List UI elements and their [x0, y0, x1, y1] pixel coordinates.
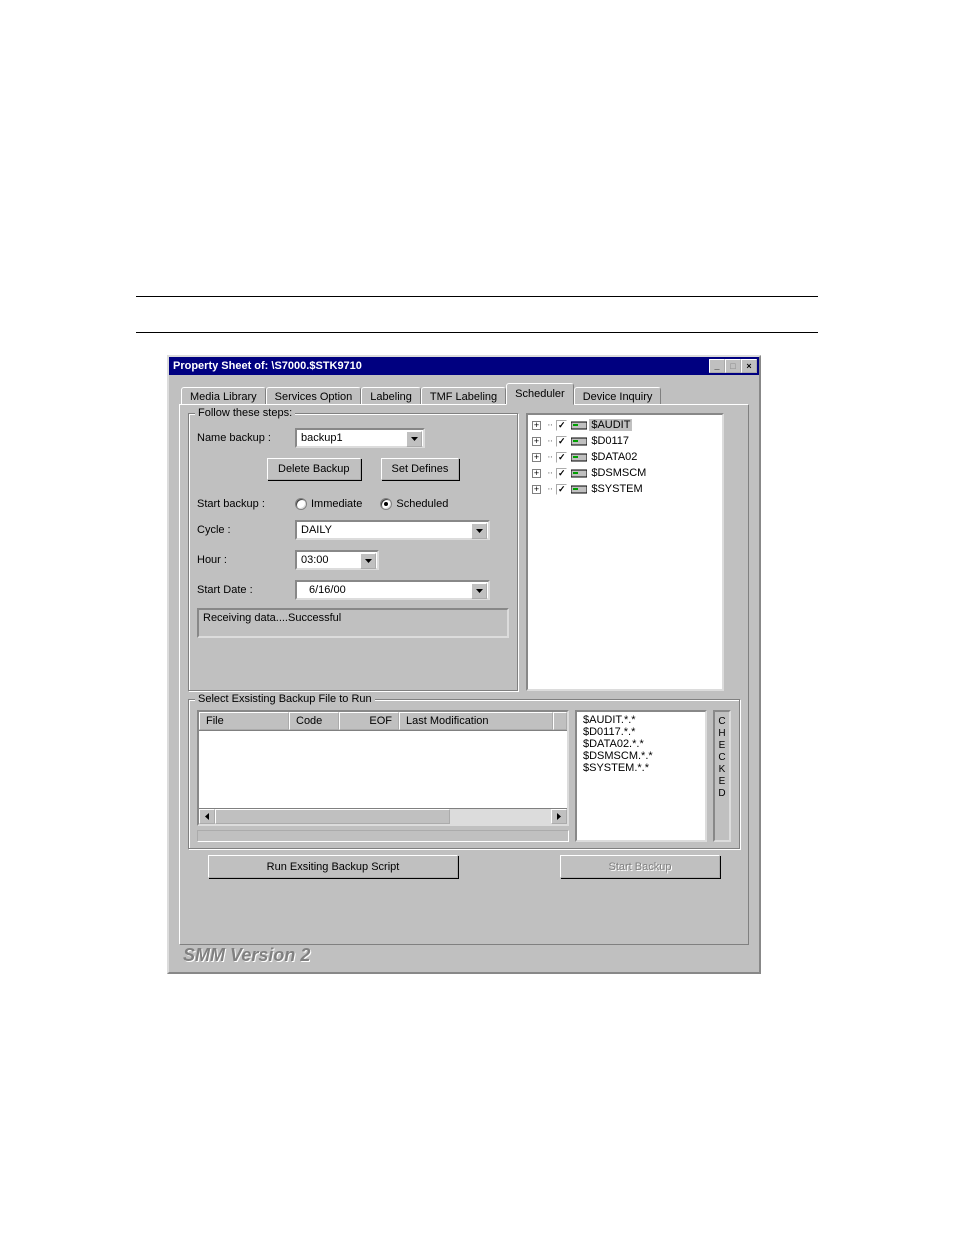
follow-steps-group: Follow these steps: Name backup : backup…	[188, 413, 518, 691]
delete-backup-button[interactable]: Delete Backup	[267, 458, 361, 480]
col-lastmod[interactable]: Last Modification	[399, 712, 553, 730]
list-item[interactable]: $AUDIT.*.*	[583, 714, 699, 726]
cycle-combo[interactable]: DAILY	[295, 520, 490, 540]
titlebar[interactable]: Property Sheet of: \S7000.$STK9710 _ □ ×	[169, 357, 759, 375]
col-eof[interactable]: EOF	[339, 712, 399, 730]
tab-scheduler[interactable]: Scheduler	[506, 383, 574, 405]
app-version-label: SMM Version 2	[179, 945, 749, 966]
hour-value: 03:00	[301, 554, 329, 566]
existing-backup-group: Select Exsisting Backup File to Run File…	[188, 699, 740, 849]
drive-icon	[571, 420, 587, 430]
property-sheet-window: Property Sheet of: \S7000.$STK9710 _ □ ×…	[167, 355, 761, 974]
tabstrip: Media Library Services Option Labeling T…	[179, 383, 749, 405]
expand-icon[interactable]: +	[532, 469, 541, 478]
maximize-button[interactable]: □	[725, 359, 741, 373]
expand-icon[interactable]: +	[532, 453, 541, 462]
col-code[interactable]: Code	[289, 712, 339, 730]
checked-items-list[interactable]: $AUDIT.*.* $D0117.*.* $DATA02.*.* $DSMSC…	[575, 710, 707, 842]
tree-item[interactable]: + ·· ✓ $AUDIT	[532, 417, 718, 433]
listview-body[interactable]	[199, 731, 567, 808]
checked-vertical-label: CHECKED	[713, 710, 731, 842]
listview-headers: File Code EOF Last Modification	[199, 712, 567, 731]
follow-steps-legend: Follow these steps:	[195, 407, 295, 419]
chevron-down-icon[interactable]	[360, 553, 376, 569]
scroll-thumb[interactable]	[215, 809, 450, 824]
start-date-value: 6/16/00	[309, 584, 346, 596]
start-date-combo[interactable]: 6/16/00	[295, 580, 490, 600]
expand-icon[interactable]: +	[532, 437, 541, 446]
volume-tree[interactable]: + ·· ✓ $AUDIT + ·· ✓	[526, 413, 724, 691]
tabpage-scheduler: Follow these steps: Name backup : backup…	[179, 404, 749, 945]
tree-label: $DATA02	[589, 451, 639, 463]
chevron-down-icon[interactable]	[406, 431, 422, 447]
tree-label: $D0117	[589, 435, 631, 447]
checkbox-icon[interactable]: ✓	[556, 468, 567, 479]
checkbox-icon[interactable]: ✓	[556, 452, 567, 463]
expand-icon[interactable]: +	[532, 485, 541, 494]
minimize-button[interactable]: _	[709, 359, 725, 373]
run-existing-button[interactable]: Run Exsiting Backup Script	[208, 855, 458, 878]
drive-icon	[571, 468, 587, 478]
name-backup-label: Name backup :	[197, 432, 287, 444]
tree-label: $SYSTEM	[589, 483, 644, 495]
radio-scheduled-label: Scheduled	[396, 498, 448, 510]
name-backup-value: backup1	[301, 432, 343, 444]
start-backup-label: Start backup :	[197, 498, 287, 510]
list-item[interactable]: $SYSTEM.*.*	[583, 762, 699, 774]
checkbox-icon[interactable]: ✓	[556, 436, 567, 447]
start-backup-button[interactable]: Start Backup	[560, 855, 720, 878]
cycle-value: DAILY	[301, 524, 332, 536]
radio-scheduled[interactable]: Scheduled	[380, 498, 448, 510]
tree-item[interactable]: + ·· ✓ $SYSTEM	[532, 481, 718, 497]
tree-item[interactable]: + ·· ✓ $DSMSCM	[532, 465, 718, 481]
name-backup-combo[interactable]: backup1	[295, 428, 425, 448]
cycle-label: Cycle :	[197, 524, 287, 536]
backup-file-listview[interactable]: File Code EOF Last Modification	[197, 710, 569, 826]
set-defines-button[interactable]: Set Defines	[381, 458, 460, 480]
top-row: Follow these steps: Name backup : backup…	[188, 413, 740, 691]
radio-immediate-label: Immediate	[311, 498, 362, 510]
chevron-down-icon[interactable]	[471, 583, 487, 599]
hour-label: Hour :	[197, 554, 287, 566]
status-box: Receiving data....Successful	[197, 608, 509, 638]
list-item[interactable]: $DSMSCM.*.*	[583, 750, 699, 762]
page-rule-top	[136, 296, 818, 297]
col-extra[interactable]	[553, 712, 567, 730]
expand-icon[interactable]: +	[532, 421, 541, 430]
window-title: Property Sheet of: \S7000.$STK9710	[173, 360, 362, 372]
window-controls: _ □ ×	[709, 359, 757, 373]
start-date-label: Start Date :	[197, 584, 287, 596]
list-item[interactable]: $DATA02.*.*	[583, 738, 699, 750]
progress-bar	[197, 830, 569, 842]
tree-item[interactable]: + ·· ✓ $DATA02	[532, 449, 718, 465]
hour-combo[interactable]: 03:00	[295, 550, 379, 570]
scroll-left-icon[interactable]	[199, 809, 215, 824]
tree-item[interactable]: + ·· ✓ $D0117	[532, 433, 718, 449]
client-area: Media Library Services Option Labeling T…	[169, 375, 759, 972]
files-area: File Code EOF Last Modification	[197, 710, 731, 842]
close-button[interactable]: ×	[741, 359, 757, 373]
chevron-down-icon[interactable]	[471, 523, 487, 539]
checkbox-icon[interactable]: ✓	[556, 484, 567, 495]
bottom-buttons: Run Exsiting Backup Script Start Backup	[188, 849, 740, 880]
tree-label: $DSMSCM	[589, 467, 648, 479]
existing-backup-legend: Select Exsisting Backup File to Run	[195, 693, 375, 705]
status-text: Receiving data....Successful	[203, 612, 341, 624]
drive-icon	[571, 452, 587, 462]
page-rule-bottom	[136, 332, 818, 333]
horizontal-scrollbar[interactable]	[199, 808, 567, 824]
scroll-right-icon[interactable]	[551, 809, 567, 824]
checkbox-icon[interactable]: ✓	[556, 420, 567, 431]
drive-icon	[571, 436, 587, 446]
radio-immediate[interactable]: Immediate	[295, 498, 362, 510]
list-item[interactable]: $D0117.*.*	[583, 726, 699, 738]
scroll-track[interactable]	[215, 809, 551, 824]
col-file[interactable]: File	[199, 712, 289, 730]
drive-icon	[571, 484, 587, 494]
tree-label: $AUDIT	[589, 419, 632, 431]
